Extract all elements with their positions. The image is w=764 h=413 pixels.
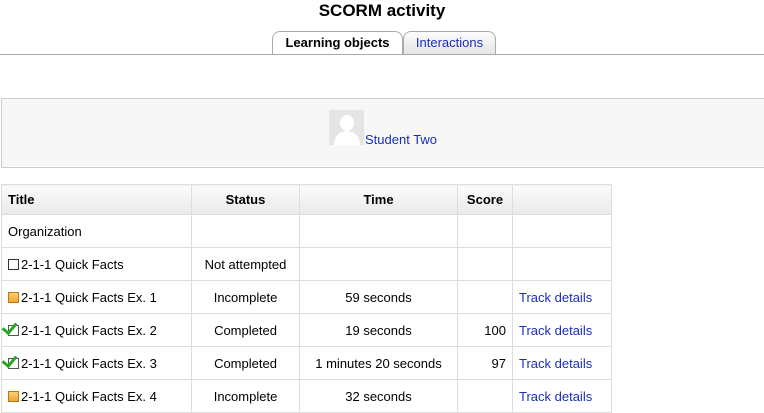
track-details-link[interactable]: Track details [519, 389, 592, 404]
row-title-cell: 2-1-1 Quick Facts Ex. 3 [1, 346, 192, 380]
header-title: Title [1, 184, 192, 215]
track-details-link[interactable]: Track details [519, 323, 592, 338]
row-action-cell: Track details [512, 346, 612, 380]
row-title: 2-1-1 Quick Facts Ex. 4 [21, 388, 157, 404]
row-time: 1 minutes 20 seconds [299, 346, 458, 380]
row-status: Completed [191, 313, 300, 347]
user-avatar-icon[interactable] [329, 110, 364, 145]
row-status: Incomplete [191, 280, 300, 314]
header-score: Score [457, 184, 513, 215]
row-title: 2-1-1 Quick Facts Ex. 2 [21, 322, 157, 338]
row-title: 2-1-1 Quick Facts Ex. 1 [21, 289, 157, 305]
tab-interactions[interactable]: Interactions [403, 31, 496, 54]
table-row: Organization [1, 214, 612, 248]
row-status: Not attempted [191, 247, 300, 281]
table-row: 2-1-1 Quick Facts Ex. 4 Incomplete 32 se… [1, 379, 612, 413]
page-title: SCORM activity [318, 1, 446, 20]
row-title-cell: 2-1-1 Quick Facts Ex. 1 [1, 280, 192, 314]
completed-icon [8, 324, 19, 336]
row-action-cell: Track details [512, 313, 612, 347]
not-attempted-icon [8, 258, 19, 270]
row-title: 2-1-1 Quick Facts Ex. 3 [21, 355, 157, 371]
row-time [299, 247, 458, 281]
row-time: 32 seconds [299, 379, 458, 413]
tab-divider [0, 54, 764, 55]
row-score [457, 280, 513, 314]
row-title-cell: 2-1-1 Quick Facts Ex. 2 [1, 313, 192, 347]
row-time: 19 seconds [299, 313, 458, 347]
track-details-link[interactable]: Track details [519, 290, 592, 305]
user-name-link[interactable]: Student Two [365, 132, 437, 147]
row-score: 97 [457, 346, 513, 380]
incomplete-icon [8, 390, 19, 402]
row-score [457, 214, 513, 248]
table-row: 2-1-1 Quick Facts Ex. 2 Completed 19 sec… [1, 313, 612, 347]
row-title-cell: 2-1-1 Quick Facts Ex. 4 [1, 379, 192, 413]
row-action [512, 214, 612, 248]
incomplete-icon [8, 291, 19, 303]
row-time: 59 seconds [299, 280, 458, 314]
row-title: 2-1-1 Quick Facts [21, 256, 124, 272]
row-score: 100 [457, 313, 513, 347]
row-title-cell: 2-1-1 Quick Facts [1, 247, 192, 281]
track-details-link[interactable]: Track details [519, 356, 592, 371]
completed-icon [8, 357, 19, 369]
user-info-box: Student Two [1, 98, 764, 168]
header-time: Time [299, 184, 458, 215]
header-status: Status [191, 184, 300, 215]
table-header-row: Title Status Time Score [1, 184, 612, 215]
row-title: Organization [1, 214, 192, 248]
row-score [457, 379, 513, 413]
row-status: Incomplete [191, 379, 300, 413]
scorm-objects-table: Title Status Time Score Organization 2-1… [1, 184, 612, 413]
row-action-cell: Track details [512, 280, 612, 314]
row-action [512, 247, 612, 281]
table-row: 2-1-1 Quick Facts Not attempted [1, 247, 612, 281]
header-action [512, 184, 612, 215]
table-row: 2-1-1 Quick Facts Ex. 1 Incomplete 59 se… [1, 280, 612, 314]
row-time [299, 214, 458, 248]
tab-learning-objects[interactable]: Learning objects [272, 31, 403, 55]
row-status: Completed [191, 346, 300, 380]
row-action-cell: Track details [512, 379, 612, 413]
row-status [191, 214, 300, 248]
table-row: 2-1-1 Quick Facts Ex. 3 Completed 1 minu… [1, 346, 612, 380]
row-score [457, 247, 513, 281]
